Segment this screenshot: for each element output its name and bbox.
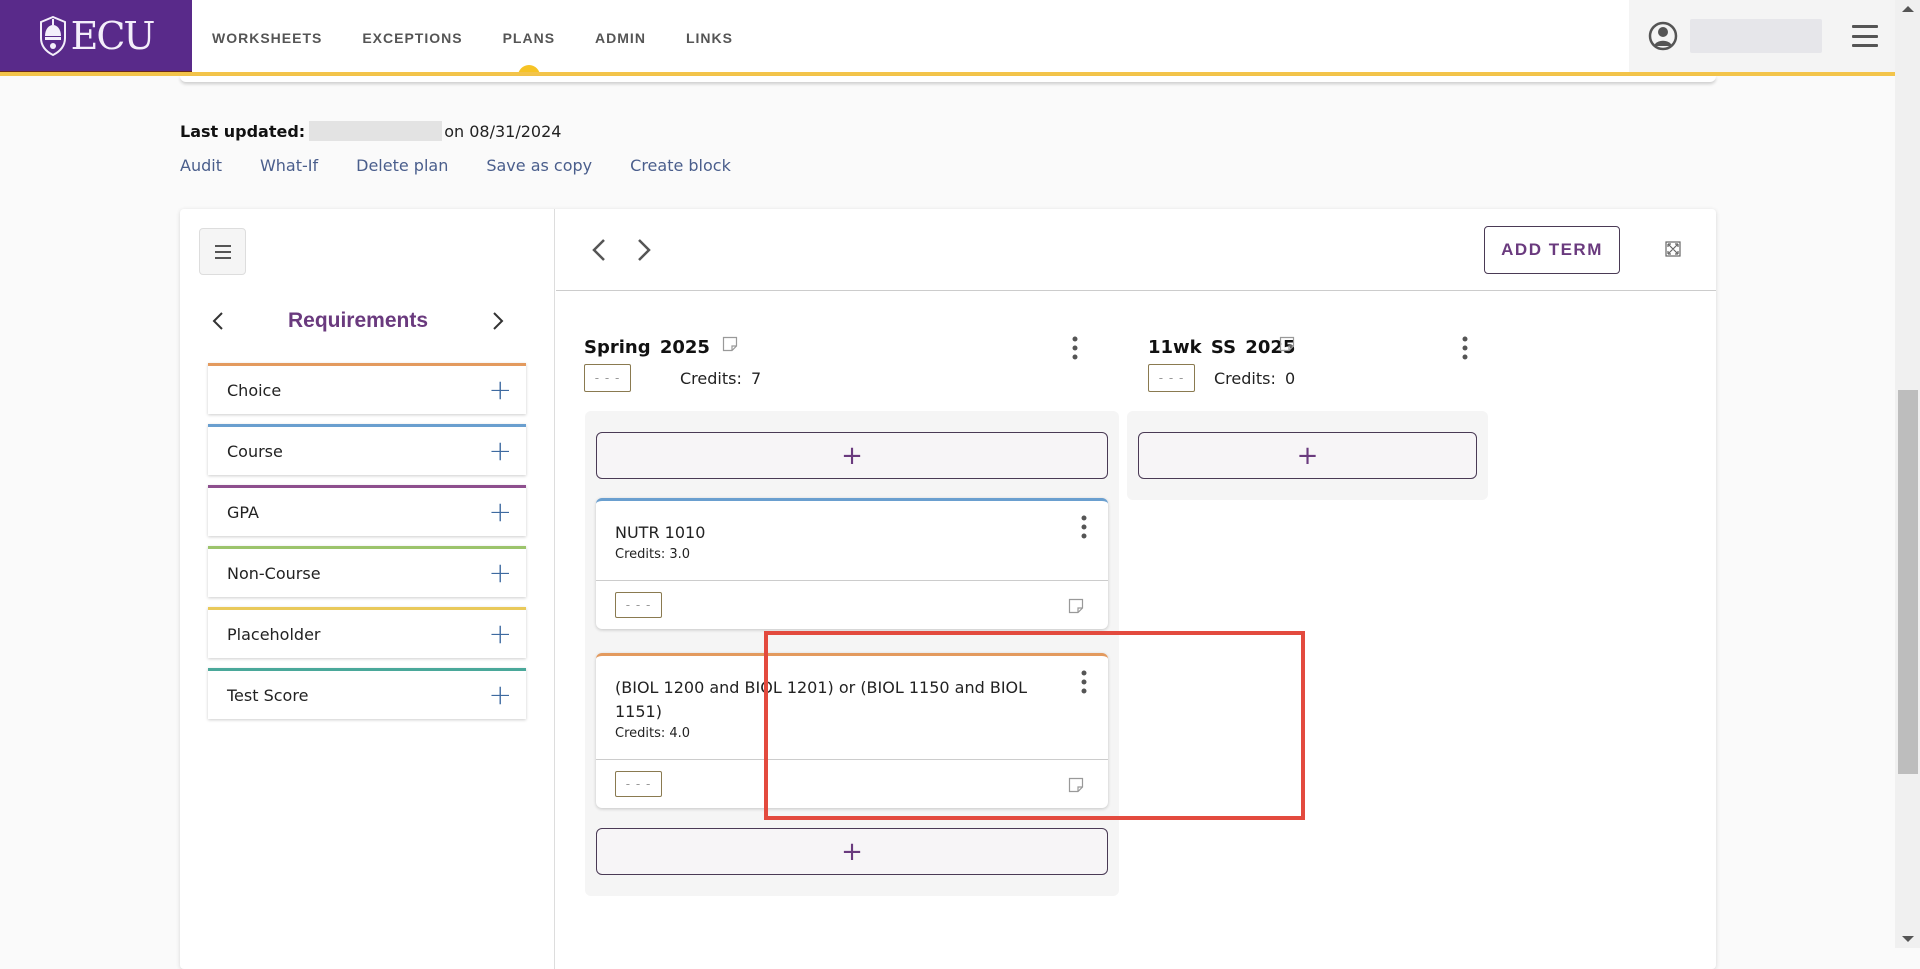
nav-worksheets[interactable]: WORKSHEETS bbox=[192, 0, 342, 76]
logo-text: ECU bbox=[70, 13, 156, 58]
plan-actions: Audit What-If Delete plan Save as copy C… bbox=[180, 156, 731, 175]
requirement-choice[interactable]: Choice + bbox=[208, 363, 526, 414]
course-card[interactable]: (BIOL 1200 and BIOL 1201) or (BIOL 1150 … bbox=[596, 653, 1108, 808]
term-course-list: + bbox=[1127, 411, 1488, 500]
requirement-label: Course bbox=[227, 441, 283, 461]
course-name: NUTR 1010 bbox=[615, 523, 706, 542]
requirement-label: Choice bbox=[227, 380, 282, 400]
header-shadow bbox=[180, 76, 1716, 82]
ecu-logo[interactable]: ECU bbox=[0, 0, 192, 73]
course-credits: Credits: 4.0 bbox=[615, 726, 691, 741]
credits-label: Credits: bbox=[680, 369, 742, 388]
requirements-sidebar: Requirements Choice + Course + GPA + Non… bbox=[180, 209, 555, 969]
course-grade-box[interactable]: - - - bbox=[615, 592, 662, 618]
scroll-thumb[interactable] bbox=[1898, 390, 1918, 774]
nav-admin[interactable]: ADMIN bbox=[575, 0, 666, 76]
main-nav: WORKSHEETS EXCEPTIONS PLANS ADMIN LINKS bbox=[192, 0, 753, 76]
nav-exceptions[interactable]: EXCEPTIONS bbox=[342, 0, 482, 76]
sidebar-toggle-button[interactable] bbox=[199, 228, 246, 275]
audit-link[interactable]: Audit bbox=[180, 156, 222, 175]
requirements-header: Requirements bbox=[208, 301, 508, 341]
plus-icon[interactable]: + bbox=[489, 620, 512, 648]
course-card[interactable]: NUTR 1010 Credits: 3.0 - - - bbox=[596, 498, 1108, 629]
plus-icon[interactable]: + bbox=[489, 559, 512, 587]
previous-term-icon[interactable] bbox=[588, 237, 612, 263]
requirement-label: GPA bbox=[227, 502, 259, 522]
term-header: 11wk SS 2025 - - - Credits: 0 bbox=[1120, 329, 1500, 392]
requirements-list: Choice + Course + GPA + Non-Course + Pla… bbox=[208, 363, 526, 729]
user-circle-icon[interactable] bbox=[1648, 21, 1678, 51]
kebab-menu-icon[interactable] bbox=[1070, 335, 1080, 361]
term-title: 11wk SS 2025 bbox=[1148, 337, 1296, 358]
kebab-menu-icon[interactable] bbox=[1460, 335, 1470, 361]
term-column: Spring 2025 - - - Credits: 7 + NUTR 1010… bbox=[556, 329, 1119, 896]
term-credits: Credits: 7 bbox=[680, 369, 761, 388]
term-grade-box[interactable]: - - - bbox=[584, 364, 631, 392]
credits-value: 7 bbox=[750, 369, 762, 388]
course-name: (BIOL 1200 and BIOL 1201) or (BIOL 1150 … bbox=[615, 678, 1028, 721]
chevron-left-icon[interactable] bbox=[208, 311, 228, 331]
shield-logo-icon bbox=[39, 15, 66, 56]
user-area bbox=[1629, 0, 1895, 72]
requirement-test-score[interactable]: Test Score + bbox=[208, 668, 526, 719]
term-course-list: + NUTR 1010 Credits: 3.0 - - - (BIOL 120… bbox=[585, 411, 1119, 896]
term-header: Spring 2025 - - - Credits: 7 bbox=[556, 329, 1116, 392]
add-term-button[interactable]: ADD TERM bbox=[1484, 226, 1620, 274]
course-grade-box[interactable]: - - - bbox=[615, 771, 662, 797]
add-course-button[interactable]: + bbox=[596, 432, 1108, 479]
kebab-menu-icon[interactable] bbox=[1079, 669, 1089, 695]
requirement-placeholder[interactable]: Placeholder + bbox=[208, 607, 526, 658]
note-icon[interactable] bbox=[1279, 336, 1295, 352]
nav-links[interactable]: LINKS bbox=[666, 0, 753, 76]
last-updated-label: Last updated: bbox=[180, 121, 306, 141]
plan-area: ADD TERM Spring 2025 - - - Credits: 7 + … bbox=[556, 209, 1716, 969]
note-icon[interactable] bbox=[1068, 777, 1084, 793]
create-block-link[interactable]: Create block bbox=[630, 156, 731, 175]
kebab-menu-icon[interactable] bbox=[1079, 514, 1089, 540]
nav-plans[interactable]: PLANS bbox=[483, 0, 575, 76]
requirement-label: Non-Course bbox=[227, 563, 321, 583]
term-column: 11wk SS 2025 - - - Credits: 0 + bbox=[1120, 329, 1500, 500]
credits-label: Credits: bbox=[1214, 369, 1276, 388]
requirement-label: Test Score bbox=[227, 685, 309, 705]
term-title: Spring 2025 bbox=[584, 337, 710, 358]
plan-panel: Requirements Choice + Course + GPA + Non… bbox=[180, 209, 1716, 969]
plan-toolbar: ADD TERM bbox=[556, 209, 1716, 291]
course-credits: Credits: 3.0 bbox=[615, 547, 691, 562]
delete-plan-link[interactable]: Delete plan bbox=[356, 156, 448, 175]
requirements-title: Requirements bbox=[287, 309, 429, 332]
requirement-gpa[interactable]: GPA + bbox=[208, 485, 526, 536]
requirement-non-course[interactable]: Non-Course + bbox=[208, 546, 526, 597]
credits-value: 0 bbox=[1284, 369, 1296, 388]
expand-icon[interactable] bbox=[1665, 241, 1681, 257]
next-term-icon[interactable] bbox=[631, 237, 655, 263]
note-icon[interactable] bbox=[1068, 598, 1084, 614]
last-updated: Last updated: on 08/31/2024 bbox=[180, 121, 561, 141]
scroll-up-arrow-icon[interactable] bbox=[1902, 6, 1914, 12]
plus-icon[interactable]: + bbox=[489, 376, 512, 404]
top-bar: ECU WORKSHEETS EXCEPTIONS PLANS ADMIN LI… bbox=[0, 0, 1895, 76]
term-credits: Credits: 0 bbox=[1214, 369, 1295, 388]
requirement-course[interactable]: Course + bbox=[208, 424, 526, 475]
save-as-copy-link[interactable]: Save as copy bbox=[486, 156, 592, 175]
add-course-button[interactable]: + bbox=[596, 828, 1108, 875]
add-course-button[interactable]: + bbox=[1138, 432, 1477, 479]
plus-icon[interactable]: + bbox=[489, 498, 512, 526]
requirement-label: Placeholder bbox=[227, 624, 321, 644]
scroll-down-arrow-icon[interactable] bbox=[1902, 936, 1914, 942]
chevron-right-icon[interactable] bbox=[488, 311, 508, 331]
plus-icon[interactable]: + bbox=[489, 437, 512, 465]
plus-icon[interactable]: + bbox=[489, 681, 512, 709]
page-scrollbar[interactable] bbox=[1895, 0, 1920, 948]
term-grade-box[interactable]: - - - bbox=[1148, 364, 1195, 392]
what-if-link[interactable]: What-If bbox=[260, 156, 318, 175]
note-icon[interactable] bbox=[722, 336, 738, 352]
last-updated-user-redacted bbox=[309, 121, 443, 141]
hamburger-icon[interactable] bbox=[1852, 25, 1878, 47]
last-updated-date: on 08/31/2024 bbox=[444, 121, 562, 141]
user-name-redacted bbox=[1690, 19, 1822, 53]
